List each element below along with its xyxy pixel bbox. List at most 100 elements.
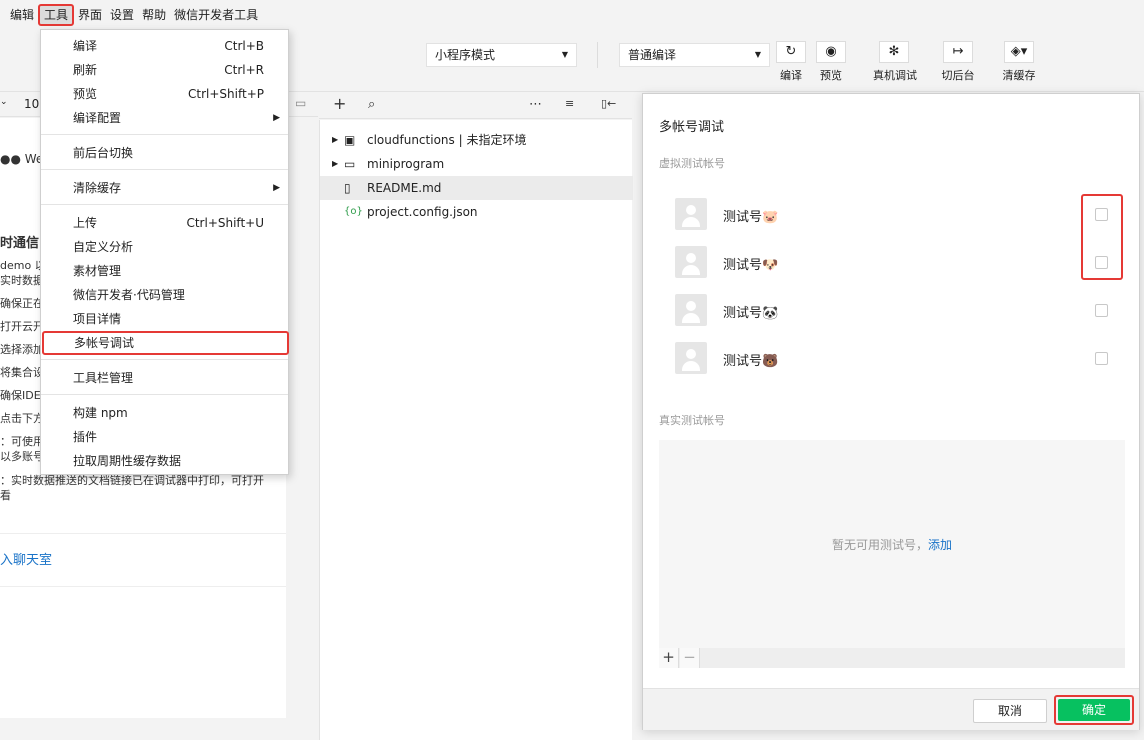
menu-item-compile[interactable]: 编译 Ctrl+B xyxy=(41,34,288,58)
chevron-down-icon: ▼ xyxy=(754,50,761,59)
account-row[interactable]: 测试号🐻 xyxy=(675,340,1115,376)
remote-debug-button[interactable]: ✻ 真机调试 xyxy=(873,41,917,83)
account-name-text: 测试号 xyxy=(723,210,763,225)
menu-item-clear-cache[interactable]: 清除缓存 ▶ xyxy=(41,176,288,200)
menu-item-label: 清除缓存 xyxy=(73,181,122,195)
menu-item-build-npm[interactable]: 构建 npm xyxy=(41,401,288,425)
more-icon[interactable]: ⋯ xyxy=(529,97,542,112)
preview-button[interactable]: ◉ 预览 xyxy=(810,41,852,83)
window-icon[interactable]: ▭ xyxy=(295,96,306,110)
dialog-footer: 取消 确定 xyxy=(643,688,1139,730)
folder-icon: ▭ xyxy=(344,157,356,171)
explorer-toolbar: + ⌕ ⋯ ≡ ▯← xyxy=(319,93,632,119)
account-checkbox[interactable] xyxy=(1095,304,1108,317)
account-row[interactable]: 测试号🐶 xyxy=(675,244,1115,280)
search-icon[interactable]: ⌕ xyxy=(368,97,375,112)
menu-item-foreground-switch[interactable]: 前后台切换 xyxy=(41,141,288,165)
panda-icon: 🐼 xyxy=(762,306,779,321)
account-name-text: 测试号 xyxy=(723,258,763,273)
collapse-icon[interactable]: ▯← xyxy=(601,97,616,110)
switch-background-button[interactable]: ↦ 切后台 xyxy=(937,41,979,83)
file-row-miniprogram[interactable]: ▶ ▭ miniprogram xyxy=(320,152,633,176)
file-row-cloudfunctions[interactable]: ▶ ▣ cloudfunctions | 未指定环境 xyxy=(320,128,633,152)
dog-icon: 🐶 xyxy=(762,258,779,273)
add-icon[interactable]: + xyxy=(333,94,346,113)
cancel-button[interactable]: 取消 xyxy=(973,699,1047,723)
shortcut-label: Ctrl+Shift+U xyxy=(186,216,264,230)
remove-account-button[interactable]: − xyxy=(680,648,700,668)
account-name-text: 测试号 xyxy=(723,306,763,321)
menu-item-label: 插件 xyxy=(73,430,98,444)
menu-item-compile-config[interactable]: 编译配置 ▶ xyxy=(41,106,288,130)
shortcut-label: Ctrl+Shift+P xyxy=(188,87,264,101)
menu-item-custom-analysis[interactable]: 自定义分析 xyxy=(41,235,288,259)
menu-divider xyxy=(41,359,288,360)
menu-settings[interactable]: 设置 xyxy=(106,4,138,26)
menu-item-toolbar-manage[interactable]: 工具栏管理 xyxy=(41,366,288,390)
card-line: 选择添加 xyxy=(0,343,44,356)
menu-wechat-devtools[interactable]: 微信开发者工具 xyxy=(170,4,262,26)
virtual-accounts-label: 虚拟测试帐号 xyxy=(659,157,725,170)
bear-icon: 🐻 xyxy=(762,354,779,369)
cloud-folder-icon: ▣ xyxy=(344,133,356,147)
card-title: 时通信 xyxy=(0,236,40,251)
account-checkbox[interactable] xyxy=(1095,352,1108,365)
sort-icon[interactable]: ≡ xyxy=(565,97,574,110)
menu-item-code-manage[interactable]: 微信开发者·代码管理 xyxy=(41,283,288,307)
switch-icon: ↦ xyxy=(943,41,973,63)
compile-button[interactable]: ↻ 编译 xyxy=(770,41,812,83)
card-line: ：可使用 xyxy=(0,435,44,448)
menu-item-multi-account-debug[interactable]: 多帐号调试 xyxy=(42,331,289,355)
menu-edit[interactable]: 编辑 xyxy=(6,4,38,26)
switch-background-label: 切后台 xyxy=(941,69,975,82)
mode-select[interactable]: 小程序模式 ▼ xyxy=(426,43,577,67)
menu-item-upload[interactable]: 上传 Ctrl+Shift+U xyxy=(41,211,288,235)
card-line: 确保正在 xyxy=(0,297,44,310)
mode-select-value: 小程序模式 xyxy=(435,48,496,62)
add-account-button[interactable]: + xyxy=(659,648,679,668)
account-row[interactable]: 测试号🐼 xyxy=(675,292,1115,328)
chevron-down-icon[interactable]: ⌄ xyxy=(0,97,8,107)
enter-chatroom-link[interactable]: 入聊天室 xyxy=(0,533,286,587)
menu-item-label: 预览 xyxy=(73,87,98,101)
menu-divider xyxy=(41,204,288,205)
menu-item-label: 微信开发者·代码管理 xyxy=(73,288,185,302)
menu-help[interactable]: 帮助 xyxy=(138,4,170,26)
menu-item-refresh[interactable]: 刷新 Ctrl+R xyxy=(41,58,288,82)
menu-item-label: 素材管理 xyxy=(73,264,122,278)
virtual-accounts-list: 测试号🐷 测试号🐶 测试号🐼 测试号🐻 xyxy=(659,179,1125,389)
compile-select[interactable]: 普通编译 ▼ xyxy=(619,43,770,67)
menu-item-label: 拉取周期性缓存数据 xyxy=(73,454,182,468)
refresh-icon: ↻ xyxy=(776,41,806,63)
menu-item-project-details[interactable]: 项目详情 xyxy=(41,307,288,331)
json-icon: {o} xyxy=(344,206,363,217)
chevron-right-icon: ▶ xyxy=(332,159,339,168)
confirm-highlight: 确定 xyxy=(1054,695,1134,725)
account-name-text: 测试号 xyxy=(723,354,763,369)
eye-icon: ◉ xyxy=(816,41,846,63)
menu-item-fetch-cache[interactable]: 拉取周期性缓存数据 xyxy=(41,449,288,473)
file-row-readme[interactable]: ▯ README.md xyxy=(320,176,633,200)
file-name: README.md xyxy=(367,181,442,195)
clear-cache-button[interactable]: ◈▾ 清缓存 xyxy=(998,41,1040,83)
menu-divider xyxy=(41,394,288,395)
empty-message: 暂无可用测试号，添加 xyxy=(659,536,1125,553)
confirm-button[interactable]: 确定 xyxy=(1058,699,1130,721)
menu-item-plugins[interactable]: 插件 xyxy=(41,425,288,449)
empty-text: 暂无可用测试号， xyxy=(831,538,928,552)
shortcut-label: Ctrl+R xyxy=(224,63,264,77)
account-row[interactable]: 测试号🐷 xyxy=(675,196,1115,232)
account-name: 测试号🐷 xyxy=(723,206,778,225)
menu-item-label: 工具栏管理 xyxy=(73,371,134,385)
avatar xyxy=(675,342,707,374)
chevron-down-icon: ▼ xyxy=(561,50,568,59)
avatar xyxy=(675,294,707,326)
compile-select-value: 普通编译 xyxy=(628,48,677,62)
menu-tools[interactable]: 工具 xyxy=(38,4,75,26)
file-row-project-config[interactable]: {o} project.config.json xyxy=(320,200,633,224)
menu-view[interactable]: 界面 xyxy=(74,4,106,26)
add-account-link[interactable]: 添加 xyxy=(928,538,952,552)
menu-item-material-manage[interactable]: 素材管理 xyxy=(41,259,288,283)
preview-label: 预览 xyxy=(820,69,842,82)
menu-item-preview[interactable]: 预览 Ctrl+Shift+P xyxy=(41,82,288,106)
